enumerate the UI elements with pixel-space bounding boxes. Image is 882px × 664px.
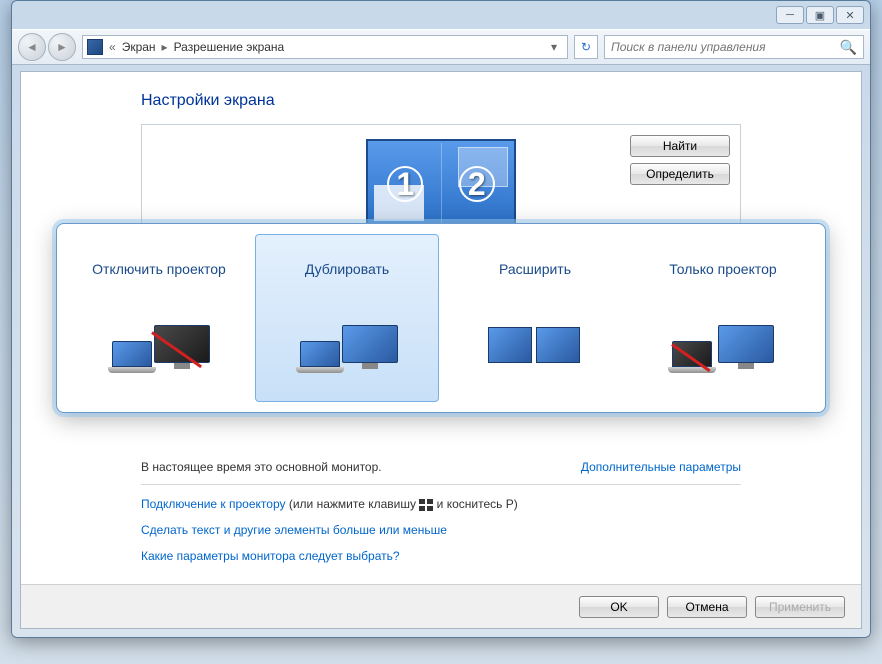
- titlebar: ─ ▣ ✕: [12, 1, 870, 29]
- projector-option-extend[interactable]: Расширить: [443, 234, 627, 402]
- apply-button: Применить: [755, 596, 845, 618]
- projector-option-duplicate[interactable]: Дублировать: [255, 234, 439, 402]
- close-button[interactable]: ✕: [836, 6, 864, 24]
- projector-option-label: Только проектор: [669, 249, 776, 289]
- extend-icon: [480, 301, 590, 371]
- breadcrumb-arrow-icon: ▸: [162, 40, 168, 54]
- dialog-button-bar: OK Отмена Применить: [21, 584, 861, 628]
- control-panel-icon: [87, 39, 103, 55]
- nav-arrows: ◄ ►: [18, 33, 76, 61]
- projector-link-row: Подключение к проектору (или нажмите кла…: [141, 497, 741, 511]
- address-bar[interactable]: « Экран ▸ Разрешение экрана ▾: [82, 35, 568, 59]
- help-links: Подключение к проектору (или нажмите кла…: [141, 497, 741, 563]
- monitor-1-label: 1: [387, 166, 423, 202]
- address-dropdown[interactable]: ▾: [545, 40, 563, 54]
- detect-button[interactable]: Найти: [630, 135, 730, 157]
- breadcrumb-current[interactable]: Разрешение экрана: [174, 40, 285, 54]
- page-title: Настройки экрана: [141, 92, 861, 110]
- breadcrumb-back[interactable]: «: [109, 40, 116, 54]
- projector-hint-a: (или нажмите клавишу: [286, 497, 420, 511]
- advanced-settings-link[interactable]: Дополнительные параметры: [581, 460, 741, 474]
- cancel-button[interactable]: Отмена: [667, 596, 747, 618]
- identify-button[interactable]: Определить: [630, 163, 730, 185]
- minimize-button[interactable]: ─: [776, 6, 804, 24]
- monitor-preview[interactable]: 1 2: [366, 139, 516, 229]
- forward-button[interactable]: ►: [48, 33, 76, 61]
- which-settings-link[interactable]: Какие параметры монитора следует выбрать…: [141, 549, 400, 563]
- projector-option-label: Дублировать: [305, 249, 389, 289]
- disconnect-projector-icon: [104, 301, 214, 371]
- projector-option-disconnect[interactable]: Отключить проектор: [67, 234, 251, 402]
- projector-hint-b: и коснитесь P): [433, 497, 517, 511]
- projector-option-only[interactable]: Только проектор: [631, 234, 815, 402]
- search-icon[interactable]: 🔍: [840, 39, 857, 56]
- window-frame: ─ ▣ ✕ ◄ ► « Экран ▸ Разрешение экрана ▾ …: [11, 0, 871, 638]
- duplicate-icon: [292, 301, 402, 371]
- projector-option-label: Отключить проектор: [92, 249, 226, 289]
- projector-mode-overlay: Отключить проектор Дублировать Расширить…: [56, 223, 826, 413]
- text-size-link[interactable]: Сделать текст и другие элементы больше и…: [141, 523, 447, 537]
- primary-monitor-row: В настоящее время это основной монитор. …: [141, 460, 741, 485]
- maximize-button[interactable]: ▣: [806, 6, 834, 24]
- search-box[interactable]: 🔍: [604, 35, 864, 59]
- ok-button[interactable]: OK: [579, 596, 659, 618]
- monitor-2-label: 2: [459, 166, 495, 202]
- projector-option-label: Расширить: [499, 249, 571, 289]
- back-button[interactable]: ◄: [18, 33, 46, 61]
- connect-projector-link[interactable]: Подключение к проектору: [141, 497, 286, 511]
- windows-key-icon: [419, 499, 433, 511]
- refresh-button[interactable]: ↻: [574, 35, 598, 59]
- projector-only-icon: [668, 301, 778, 371]
- search-input[interactable]: [611, 40, 840, 54]
- navigation-bar: ◄ ► « Экран ▸ Разрешение экрана ▾ ↻ 🔍: [12, 29, 870, 65]
- primary-monitor-text: В настоящее время это основной монитор.: [141, 460, 382, 474]
- breadcrumb-root[interactable]: Экран: [122, 40, 156, 54]
